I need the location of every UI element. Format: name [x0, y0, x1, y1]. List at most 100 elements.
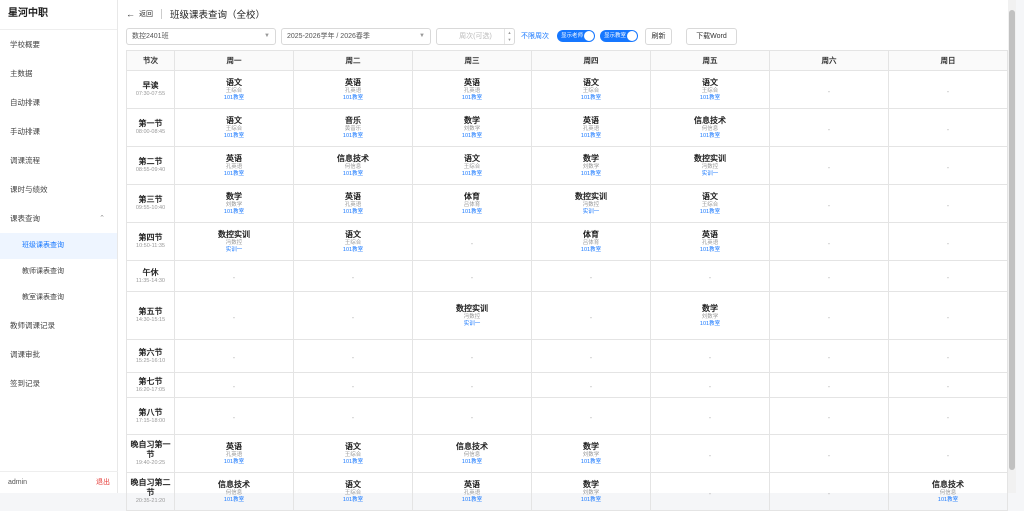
- timetable-cell[interactable]: -: [412, 397, 532, 435]
- timetable-cell[interactable]: -: [888, 260, 1008, 292]
- timetable-cell[interactable]: 语文 王综合 101教室: [293, 222, 413, 261]
- timetable-cell[interactable]: -: [769, 146, 889, 185]
- timetable-cell[interactable]: 音乐 黄音乐 101教室: [293, 108, 413, 147]
- sidebar-item-manual-schedule[interactable]: 手动排课: [0, 117, 117, 146]
- timetable-cell[interactable]: -: [531, 372, 651, 398]
- timetable-cell[interactable]: -: [174, 291, 294, 340]
- timetable-cell[interactable]: -: [888, 108, 1008, 147]
- back-button[interactable]: ← 返回: [126, 9, 153, 19]
- all-weeks-link[interactable]: 不限周次: [521, 28, 549, 45]
- timetable-cell[interactable]: 数学 刘数学 101教室: [531, 146, 651, 185]
- timetable-cell[interactable]: -: [888, 339, 1008, 373]
- stepper-icon[interactable]: ▲ ▼: [504, 29, 514, 44]
- timetable-cell[interactable]: -: [888, 70, 1008, 109]
- timetable-cell[interactable]: 英语 孔英语 101教室: [174, 146, 294, 185]
- timetable-cell[interactable]: -: [412, 372, 532, 398]
- sidebar-subitem-room-timetable[interactable]: 教室课表查询: [0, 285, 117, 311]
- timetable-cell[interactable]: 语文 王综合 101教室: [650, 70, 770, 109]
- timetable-cell[interactable]: -: [769, 291, 889, 340]
- timetable-cell[interactable]: -: [769, 397, 889, 435]
- timetable-cell[interactable]: -: [293, 372, 413, 398]
- timetable-cell[interactable]: 数学 刘数学 101教室: [650, 291, 770, 340]
- timetable-cell[interactable]: -: [769, 260, 889, 292]
- timetable-cell[interactable]: -: [769, 108, 889, 147]
- timetable-cell[interactable]: -: [769, 222, 889, 261]
- timetable-cell[interactable]: -: [769, 372, 889, 398]
- sidebar-item-auto-schedule[interactable]: 自动排课: [0, 88, 117, 117]
- timetable-cell[interactable]: 语文 王综合 101教室: [650, 184, 770, 223]
- term-select[interactable]: 2025-2026学年 / 2026春季 ▼: [281, 28, 431, 45]
- timetable-cell[interactable]: 数控实训 冯数控 实训一: [531, 184, 651, 223]
- timetable-cell[interactable]: 数学 刘数学 101教室: [412, 108, 532, 147]
- timetable-cell[interactable]: 体育 吕体育 101教室: [531, 222, 651, 261]
- timetable-cell[interactable]: 数学 刘数学 101教室: [174, 184, 294, 223]
- scrollbar[interactable]: [1008, 0, 1016, 493]
- timetable-cell[interactable]: -: [531, 260, 651, 292]
- timetable-cell[interactable]: -: [531, 339, 651, 373]
- timetable-cell[interactable]: -: [888, 184, 1008, 223]
- refresh-button[interactable]: 刷新: [645, 28, 672, 45]
- scrollbar-thumb[interactable]: [1009, 10, 1015, 470]
- timetable-cell[interactable]: 英语 孔英语 101教室: [293, 184, 413, 223]
- sidebar-subitem-teacher-timetable[interactable]: 教师课表查询: [0, 259, 117, 285]
- timetable-cell[interactable]: -: [174, 339, 294, 373]
- sidebar-item-overview[interactable]: 学校概要: [0, 30, 117, 59]
- timetable-cell[interactable]: -: [650, 260, 770, 292]
- timetable-cell[interactable]: -: [650, 434, 770, 473]
- timetable-cell[interactable]: -: [650, 339, 770, 373]
- timetable-cell[interactable]: 英语 孔英语 101教室: [531, 108, 651, 147]
- sidebar-item-adjust-flow[interactable]: 调课流程: [0, 146, 117, 175]
- timetable-cell[interactable]: -: [293, 260, 413, 292]
- timetable-cell[interactable]: -: [769, 339, 889, 373]
- logout-button[interactable]: 退出: [96, 472, 110, 494]
- timetable-cell[interactable]: -: [769, 434, 889, 473]
- timetable-cell[interactable]: -: [650, 397, 770, 435]
- timetable-cell[interactable]: -: [174, 372, 294, 398]
- class-select[interactable]: 数控2401班 ▼: [126, 28, 276, 45]
- timetable-cell[interactable]: 数控实训 冯数控 实训一: [650, 146, 770, 185]
- timetable-cell[interactable]: 语文 王综合 101教室: [412, 146, 532, 185]
- show-room-toggle[interactable]: 显示教室: [600, 30, 638, 42]
- timetable-cell[interactable]: 语文 王综合 101教室: [174, 108, 294, 147]
- timetable-cell[interactable]: 数控实训 冯数控 实训一: [174, 222, 294, 261]
- timetable-cell[interactable]: 语文 王综合 101教室: [293, 472, 413, 511]
- sidebar-item-timetable-query[interactable]: 课表查询 ⌃: [0, 204, 117, 233]
- timetable-cell[interactable]: 英语 孔英语 101教室: [650, 222, 770, 261]
- timetable-cell[interactable]: -: [650, 472, 770, 511]
- timetable-cell[interactable]: 数控实训 冯数控 实训一: [412, 291, 532, 340]
- timetable-cell[interactable]: 英语 孔英语 101教室: [293, 70, 413, 109]
- timetable-cell[interactable]: -: [293, 291, 413, 340]
- timetable-cell[interactable]: 英语 孔英语 101教室: [412, 472, 532, 511]
- sidebar-item-hours-performance[interactable]: 课时与绩效: [0, 175, 117, 204]
- timetable-cell[interactable]: -: [888, 291, 1008, 340]
- timetable-cell[interactable]: 体育 吕体育 101教室: [412, 184, 532, 223]
- timetable-cell[interactable]: 数学 刘数学 101教室: [531, 434, 651, 473]
- timetable-cell[interactable]: -: [769, 472, 889, 511]
- timetable-cell[interactable]: -: [769, 70, 889, 109]
- timetable-cell[interactable]: -: [888, 146, 1008, 185]
- timetable-cell[interactable]: -: [293, 339, 413, 373]
- timetable-cell[interactable]: -: [769, 184, 889, 223]
- week-input[interactable]: 周次(可选) ▲ ▼: [436, 28, 515, 45]
- timetable-cell[interactable]: -: [650, 372, 770, 398]
- sidebar-item-checkin-records[interactable]: 签到记录: [0, 369, 117, 398]
- timetable-cell[interactable]: 英语 孔英语 101教室: [174, 434, 294, 473]
- timetable-cell[interactable]: -: [531, 397, 651, 435]
- timetable-cell[interactable]: 信息技术 何信息 101教室: [412, 434, 532, 473]
- timetable-cell[interactable]: 信息技术 何信息 101教室: [888, 472, 1008, 511]
- timetable-cell[interactable]: 英语 孔英语 101教室: [412, 70, 532, 109]
- timetable-cell[interactable]: -: [412, 222, 532, 261]
- timetable-cell[interactable]: 信息技术 何信息 101教室: [174, 472, 294, 511]
- timetable-cell[interactable]: -: [174, 260, 294, 292]
- timetable-cell[interactable]: 语文 王综合 101教室: [531, 70, 651, 109]
- timetable-cell[interactable]: 语文 王综合 101教室: [174, 70, 294, 109]
- download-word-button[interactable]: 下载Word: [686, 28, 737, 45]
- timetable-cell[interactable]: -: [888, 397, 1008, 435]
- timetable-cell[interactable]: -: [412, 260, 532, 292]
- timetable-cell[interactable]: 信息技术 何信息 101教室: [293, 146, 413, 185]
- timetable-cell[interactable]: -: [531, 291, 651, 340]
- timetable-cell[interactable]: 数学 刘数学 101教室: [531, 472, 651, 511]
- sidebar-item-adjust-approval[interactable]: 调课审批: [0, 340, 117, 369]
- timetable-cell[interactable]: 信息技术 何信息 101教室: [650, 108, 770, 147]
- timetable-cell[interactable]: -: [174, 397, 294, 435]
